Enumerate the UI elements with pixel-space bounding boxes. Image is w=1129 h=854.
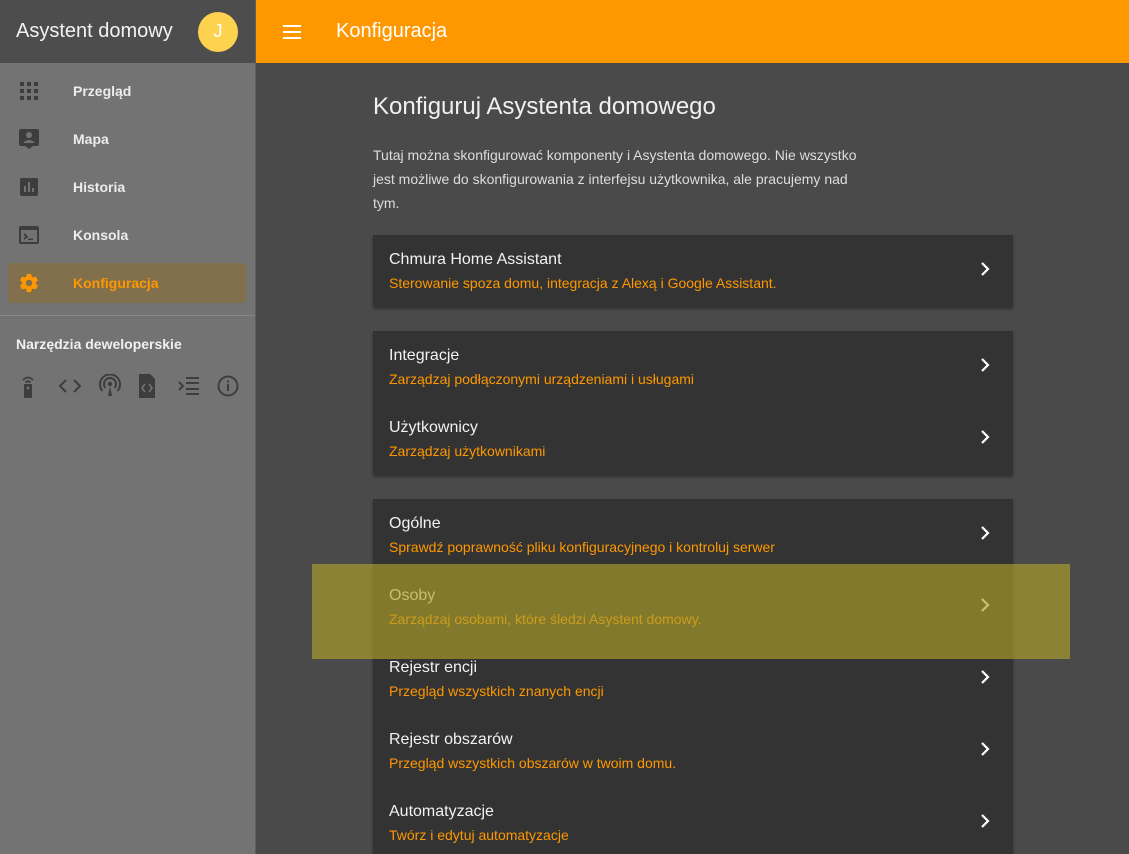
config-description: Tutaj można skonfigurować komponenty i A…: [373, 147, 857, 211]
config-row-users[interactable]: Użytkownicy Zarządzaj użytkownikami: [373, 403, 1013, 475]
row-subtitle: Twórz i edytuj automatyzacje: [389, 827, 569, 843]
config-row-area-registry[interactable]: Rejestr obszarów Przegląd wszystkich obs…: [373, 715, 1013, 787]
row-subtitle: Przegląd wszystkich obszarów w twoim dom…: [389, 755, 677, 771]
config-row-entity-registry[interactable]: Rejestr encji Przegląd wszystkich znanyc…: [373, 643, 1013, 715]
config-heading: Konfiguruj Asystenta domowego: [373, 93, 716, 120]
sidebar-item-przeglad[interactable]: Przegląd: [0, 67, 255, 115]
sidebar-item-mapa[interactable]: Mapa: [0, 115, 255, 163]
row-subtitle: Zarządzaj osobami, które śledzi Asystent…: [389, 611, 702, 627]
config-row-general[interactable]: Ogólne Sprawdź poprawność pliku konfigur…: [373, 499, 1013, 571]
sidebar: Asystent domowy J Przegląd Mapa Historia…: [0, 0, 256, 854]
sidebar-item-konfiguracja[interactable]: Konfiguracja: [0, 259, 255, 307]
row-subtitle: Zarządzaj podłączonymi urządzeniami i us…: [389, 371, 695, 387]
dev-tools-title: Narzędzia deweloperskie: [16, 336, 182, 352]
row-title: Ogólne: [389, 515, 441, 532]
dev-tools: [0, 352, 255, 402]
code-icon[interactable]: [56, 370, 96, 402]
gear-icon: [18, 272, 40, 294]
row-title: Użytkownicy: [389, 419, 478, 436]
account-box-icon: [18, 128, 40, 150]
top-app-bar: Konfiguracja: [256, 0, 1129, 63]
hamburger-icon: [283, 24, 301, 39]
sidebar-item-label: Przegląd: [73, 83, 132, 99]
sidebar-item-historia[interactable]: Historia: [0, 163, 255, 211]
row-title: Integracje: [389, 347, 460, 364]
main-content: Konfiguruj Asystenta domowego Tutaj możn…: [256, 63, 1129, 854]
row-title: Rejestr obszarów: [389, 731, 513, 748]
chevron-right-icon: [981, 526, 990, 540]
page-title: Konfiguracja: [336, 20, 448, 42]
sidebar-header: Asystent domowy J: [0, 0, 255, 63]
row-subtitle: Sprawdź poprawność pliku konfiguracyjneg…: [389, 539, 775, 555]
menu-button[interactable]: [272, 12, 312, 52]
info-icon[interactable]: [215, 370, 255, 402]
sidebar-item-label: Mapa: [73, 131, 109, 147]
config-row-persons[interactable]: Osoby Zarządzaj osobami, które śledzi As…: [373, 571, 1013, 643]
sidebar-nav: Przegląd Mapa Historia Konsola Konfigura…: [0, 63, 255, 307]
settings-card: Ogólne Sprawdź poprawność pliku konfigur…: [373, 499, 1013, 854]
chevron-right-icon: [981, 358, 990, 372]
file-code-icon[interactable]: [135, 370, 175, 402]
chevron-right-icon: [981, 742, 990, 756]
integrations-card: Integracje Zarządzaj podłączonymi urządz…: [373, 331, 1013, 475]
config-row-cloud[interactable]: Chmura Home Assistant Sterowanie spoza d…: [373, 235, 1013, 307]
chevron-right-icon: [981, 598, 990, 612]
chevron-right-icon: [981, 670, 990, 684]
config-row-automations[interactable]: Automatyzacje Twórz i edytuj automatyzac…: [373, 787, 1013, 854]
row-title: Osoby: [389, 587, 436, 604]
row-subtitle: Sterowanie spoza domu, integracja z Alex…: [389, 275, 777, 291]
grid-icon: [18, 80, 40, 102]
sidebar-item-konsola[interactable]: Konsola: [0, 211, 255, 259]
console-icon: [18, 224, 40, 246]
row-title: Rejestr encji: [389, 659, 478, 676]
chevron-right-icon: [981, 262, 990, 276]
row-subtitle: Zarządzaj użytkownikami: [389, 443, 546, 459]
chevron-right-icon: [981, 814, 990, 828]
row-subtitle: Przegląd wszystkich znanych encji: [389, 683, 604, 699]
cloud-card: Chmura Home Assistant Sterowanie spoza d…: [373, 235, 1013, 307]
config-row-integrations[interactable]: Integracje Zarządzaj podłączonymi urządz…: [373, 331, 1013, 403]
remote-icon[interactable]: [16, 370, 56, 402]
template-icon[interactable]: [175, 370, 215, 402]
avatar[interactable]: J: [198, 11, 238, 52]
sidebar-item-label: Konsola: [73, 227, 129, 243]
sidebar-item-label: Konfiguracja: [73, 275, 159, 291]
sidebar-item-label: Historia: [73, 179, 126, 195]
row-title: Automatyzacje: [389, 803, 494, 820]
chevron-right-icon: [981, 430, 990, 444]
app-title: Asystent domowy: [16, 20, 173, 42]
row-title: Chmura Home Assistant: [389, 251, 562, 268]
broadcast-icon[interactable]: [96, 370, 136, 402]
chart-icon: [18, 176, 40, 198]
